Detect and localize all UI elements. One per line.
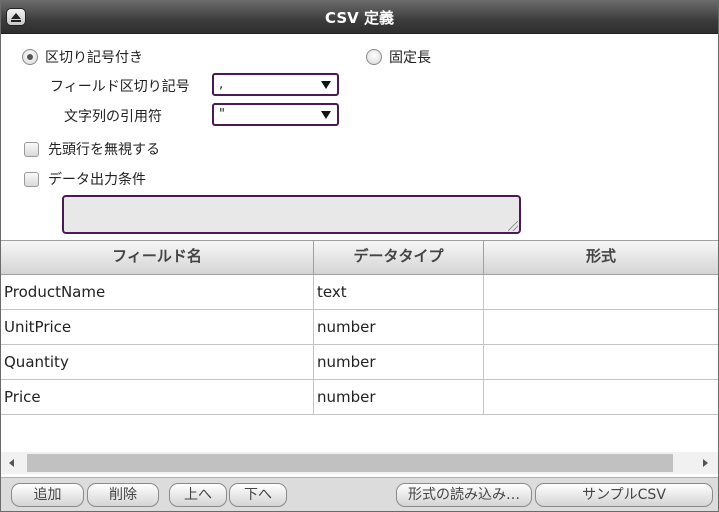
scroll-left-icon[interactable] — [9, 459, 14, 467]
column-header-data-type[interactable]: データタイプ — [314, 241, 484, 274]
delimiter-select[interactable]: , — [212, 73, 339, 96]
move-down-button[interactable]: 下へ — [229, 483, 287, 507]
delimiter-label: フィールド区切り記号 — [50, 79, 190, 95]
table-row[interactable]: Quantity number — [1, 345, 718, 380]
scroll-right-icon[interactable] — [703, 459, 708, 467]
quote-label: 文字列の引用符 — [64, 109, 162, 125]
data-output-condition-checkbox[interactable]: データ出力条件 — [24, 169, 146, 189]
cell-field-name[interactable]: ProductName — [1, 275, 314, 309]
delimiter-value: , — [219, 77, 224, 92]
resize-grip-icon[interactable] — [508, 221, 518, 231]
add-button[interactable]: 追加 — [11, 483, 84, 507]
cell-data-type[interactable]: number — [314, 380, 484, 414]
checkbox-icon — [24, 171, 39, 187]
table-header: フィールド名 データタイプ 形式 — [1, 240, 718, 275]
data-output-condition-label: データ出力条件 — [48, 172, 146, 188]
table-row[interactable]: ProductName text — [1, 275, 718, 310]
radio-off-icon — [366, 49, 382, 65]
scrollbar-thumb[interactable] — [27, 454, 673, 472]
cell-field-name[interactable]: UnitPrice — [1, 310, 314, 344]
move-up-button[interactable]: 上へ — [169, 483, 227, 507]
column-header-format[interactable]: 形式 — [484, 241, 718, 274]
cell-format[interactable] — [484, 310, 718, 344]
field-table: フィールド名 データタイプ 形式 ProductName text UnitPr… — [1, 240, 718, 415]
radio-fixed-label: 固定長 — [389, 50, 431, 66]
cell-field-name[interactable]: Price — [1, 380, 314, 414]
condition-textarea[interactable] — [62, 195, 521, 234]
cell-format[interactable] — [484, 275, 718, 309]
checkbox-icon — [24, 141, 39, 157]
cell-data-type[interactable]: number — [314, 310, 484, 344]
cell-field-name[interactable]: Quantity — [1, 345, 314, 379]
csv-definition-dialog: CSV 定義 区切り記号付き 固定長 フィールド区切り記号 , 文字列の引用符 … — [0, 0, 719, 512]
quote-select[interactable]: " — [212, 103, 339, 126]
quote-value: " — [219, 107, 225, 122]
dropdown-arrow-icon — [321, 81, 331, 89]
bottom-toolbar: 追加 削除 上へ 下へ 形式の読み込み… サンプルCSV — [1, 477, 718, 511]
radio-fixed-length[interactable]: 固定長 — [366, 47, 431, 67]
radio-delimited[interactable]: 区切り記号付き — [22, 47, 143, 67]
horizontal-scrollbar[interactable] — [1, 452, 718, 474]
ignore-first-row-checkbox[interactable]: 先頭行を無視する — [24, 139, 160, 159]
load-format-button[interactable]: 形式の読み込み… — [396, 483, 532, 507]
table-row[interactable]: Price number — [1, 380, 718, 415]
sample-csv-button[interactable]: サンプルCSV — [535, 483, 713, 507]
radio-on-icon — [22, 49, 38, 65]
cell-format[interactable] — [484, 380, 718, 414]
title-bar: CSV 定義 — [1, 1, 718, 34]
cell-data-type[interactable]: number — [314, 345, 484, 379]
ignore-first-row-label: 先頭行を無視する — [48, 142, 160, 158]
dialog-title: CSV 定義 — [325, 9, 394, 27]
cell-format[interactable] — [484, 345, 718, 379]
table-row[interactable]: UnitPrice number — [1, 310, 718, 345]
dropdown-arrow-icon — [321, 111, 331, 119]
column-header-field-name[interactable]: フィールド名 — [1, 241, 314, 274]
cell-data-type[interactable]: text — [314, 275, 484, 309]
radio-delimited-label: 区切り記号付き — [45, 50, 143, 66]
delete-button[interactable]: 削除 — [87, 483, 159, 507]
